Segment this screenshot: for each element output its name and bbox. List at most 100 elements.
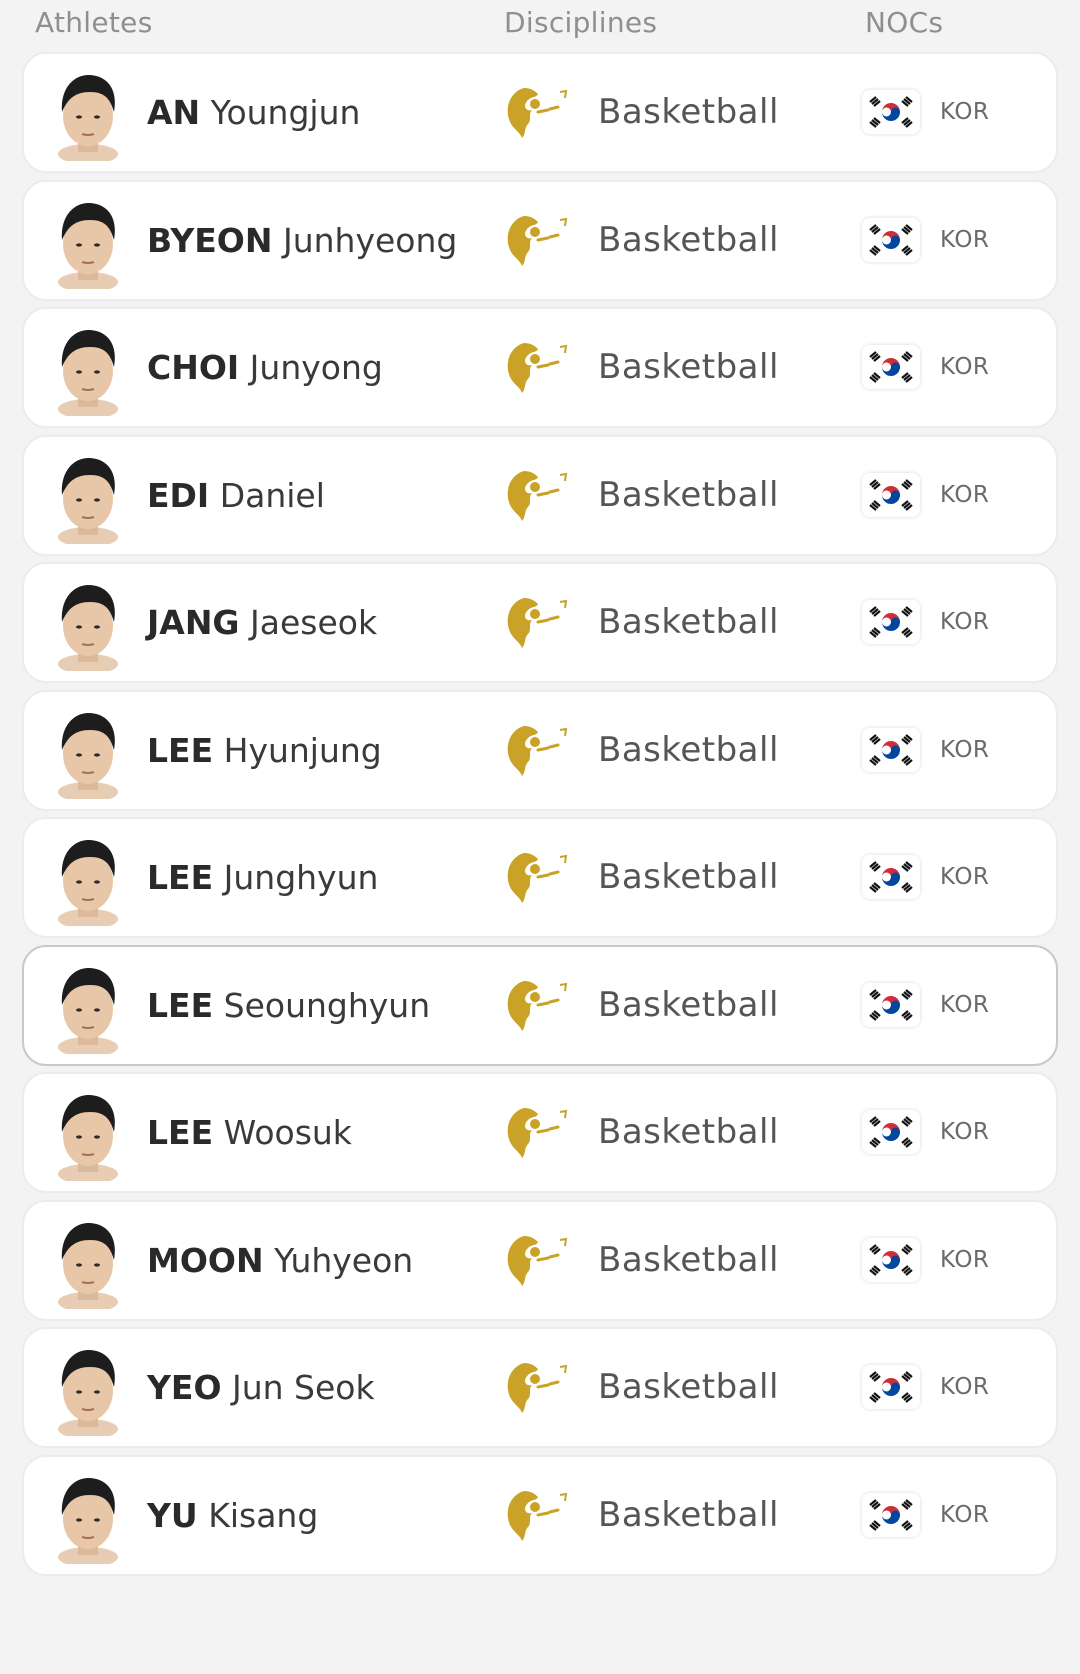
athlete-name: EDI Daniel: [147, 437, 325, 554]
discipline-label: Basketball: [598, 475, 779, 515]
athlete-last-name: MOON: [147, 1241, 264, 1280]
south-korea-flag-icon: [862, 1110, 920, 1154]
basketball-pictogram-icon: [502, 1102, 570, 1164]
south-korea-flag-icon: [862, 1493, 920, 1537]
discipline-label: Basketball: [598, 857, 779, 897]
discipline-label: Basketball: [598, 1495, 779, 1535]
athlete-name: YU Kisang: [147, 1457, 318, 1574]
column-header-athletes: Athletes: [35, 6, 153, 39]
athlete-photo: [46, 196, 130, 292]
south-korea-flag-icon: [862, 728, 920, 772]
basketball-pictogram-icon: [502, 592, 570, 654]
column-header-nocs: NOCs: [865, 6, 944, 39]
basketball-pictogram-icon: [502, 847, 570, 909]
athlete-row[interactable]: AN Youngjun Basketball KOR: [22, 52, 1058, 173]
athlete-first-name: Jaeseok: [250, 603, 378, 642]
athlete-photo: [46, 1471, 130, 1567]
athlete-last-name: LEE: [147, 986, 214, 1025]
athlete-photo: [46, 706, 130, 802]
athlete-photo: [46, 833, 130, 929]
south-korea-flag-icon: [862, 855, 920, 899]
athlete-row[interactable]: LEE Seounghyun Basketball KOR: [22, 945, 1058, 1066]
basketball-pictogram-icon: [502, 210, 570, 272]
noc-code: KOR: [940, 482, 990, 508]
column-header-disciplines: Disciplines: [504, 6, 658, 39]
noc-code: KOR: [940, 609, 990, 635]
noc-code: KOR: [940, 737, 990, 763]
athlete-first-name: Jun Seok: [232, 1368, 375, 1407]
south-korea-flag-icon: [862, 90, 920, 134]
discipline-label: Basketball: [598, 1367, 779, 1407]
noc-code: KOR: [940, 864, 990, 890]
basketball-pictogram-icon: [502, 82, 570, 144]
noc-code: KOR: [940, 354, 990, 380]
south-korea-flag-icon: [862, 218, 920, 262]
athlete-last-name: CHOI: [147, 348, 240, 387]
athlete-name: CHOI Junyong: [147, 309, 383, 426]
athlete-photo: [46, 323, 130, 419]
athlete-first-name: Daniel: [219, 476, 325, 515]
discipline-label: Basketball: [598, 985, 779, 1025]
athlete-row[interactable]: LEE Junghyun Basketball KOR: [22, 817, 1058, 938]
discipline-label: Basketball: [598, 602, 779, 642]
athlete-row[interactable]: EDI Daniel Basketball KOR: [22, 435, 1058, 556]
athlete-last-name: EDI: [147, 476, 210, 515]
athlete-name: LEE Hyunjung: [147, 692, 382, 809]
athlete-name: LEE Seounghyun: [147, 947, 430, 1064]
athlete-last-name: AN: [147, 93, 201, 132]
athlete-name: YEO Jun Seok: [147, 1329, 375, 1446]
athlete-first-name: Hyunjung: [223, 731, 382, 770]
athlete-photo: [46, 68, 130, 164]
athlete-row[interactable]: YEO Jun Seok Basketball KOR: [22, 1327, 1058, 1448]
athlete-name: LEE Junghyun: [147, 819, 378, 936]
athlete-photo: [46, 451, 130, 547]
basketball-pictogram-icon: [502, 1357, 570, 1419]
athlete-first-name: Seounghyun: [223, 986, 431, 1025]
athlete-row[interactable]: CHOI Junyong Basketball KOR: [22, 307, 1058, 428]
basketball-pictogram-icon: [502, 1485, 570, 1547]
athlete-name: BYEON Junhyeong: [147, 182, 457, 299]
athlete-photo: [46, 961, 130, 1057]
athlete-last-name: LEE: [147, 858, 214, 897]
athlete-last-name: LEE: [147, 1113, 214, 1152]
south-korea-flag-icon: [862, 600, 920, 644]
athlete-first-name: Junghyun: [223, 858, 379, 897]
table-header: Athletes Disciplines NOCs: [0, 0, 1080, 48]
athlete-first-name: Yuhyeon: [274, 1241, 414, 1280]
athlete-row[interactable]: LEE Woosuk Basketball KOR: [22, 1072, 1058, 1193]
discipline-label: Basketball: [598, 347, 779, 387]
discipline-label: Basketball: [598, 730, 779, 770]
athlete-photo: [46, 1216, 130, 1312]
athlete-row[interactable]: YU Kisang Basketball KOR: [22, 1455, 1058, 1576]
athlete-row[interactable]: JANG Jaeseok Basketball KOR: [22, 562, 1058, 683]
basketball-pictogram-icon: [502, 1230, 570, 1292]
noc-code: KOR: [940, 99, 990, 125]
athlete-last-name: LEE: [147, 731, 214, 770]
athlete-first-name: Junyong: [249, 348, 383, 387]
south-korea-flag-icon: [862, 1365, 920, 1409]
athlete-name: JANG Jaeseok: [147, 564, 377, 681]
athlete-last-name: YU: [147, 1496, 198, 1535]
discipline-label: Basketball: [598, 92, 779, 132]
south-korea-flag-icon: [862, 345, 920, 389]
south-korea-flag-icon: [862, 983, 920, 1027]
noc-code: KOR: [940, 1374, 990, 1400]
noc-code: KOR: [940, 992, 990, 1018]
discipline-label: Basketball: [598, 1112, 779, 1152]
basketball-pictogram-icon: [502, 337, 570, 399]
athlete-row[interactable]: BYEON Junhyeong Basketball KOR: [22, 180, 1058, 301]
basketball-pictogram-icon: [502, 465, 570, 527]
athlete-first-name: Kisang: [208, 1496, 319, 1535]
athlete-first-name: Junhyeong: [282, 221, 458, 260]
athlete-name: AN Youngjun: [147, 54, 360, 171]
athlete-first-name: Woosuk: [223, 1113, 352, 1152]
athlete-first-name: Youngjun: [210, 93, 361, 132]
discipline-label: Basketball: [598, 220, 779, 260]
basketball-pictogram-icon: [502, 975, 570, 1037]
athlete-last-name: JANG: [147, 603, 240, 642]
athlete-row[interactable]: MOON Yuhyeon Basketball KOR: [22, 1200, 1058, 1321]
athlete-photo: [46, 1088, 130, 1184]
noc-code: KOR: [940, 1247, 990, 1273]
athlete-row[interactable]: LEE Hyunjung Basketball KOR: [22, 690, 1058, 811]
athlete-photo: [46, 578, 130, 674]
